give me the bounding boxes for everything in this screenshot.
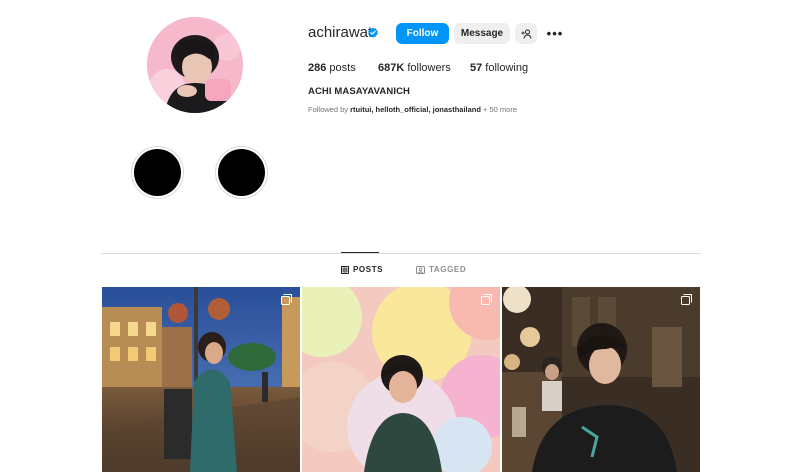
following-count-value: 57 xyxy=(470,62,483,74)
post-thumbnail[interactable] xyxy=(302,287,500,472)
followed-by-names: rtuitui, helloth_official, jonasthailand xyxy=(350,105,481,114)
message-button[interactable]: Message xyxy=(454,23,510,44)
highlight-cover xyxy=(218,149,265,196)
tab-tagged-label: TAGGED xyxy=(429,265,467,274)
suggested-users-button[interactable] xyxy=(515,23,537,44)
active-tab-indicator xyxy=(341,252,379,253)
profile-username: achirawat xyxy=(308,24,373,41)
posts-count-label: posts xyxy=(326,62,356,74)
profile-avatar[interactable] xyxy=(147,17,243,113)
followers-count-value: 687K xyxy=(378,62,405,74)
posts-count: 286 posts xyxy=(308,62,356,74)
followers-count-label: followers xyxy=(404,62,451,74)
following-count-label: following xyxy=(482,62,529,74)
followed-by[interactable]: Followed by rtuitui, helloth_official, j… xyxy=(308,105,517,114)
tab-tagged[interactable]: TAGGED xyxy=(416,265,466,274)
post-photo xyxy=(502,287,700,472)
tab-posts-label: POSTS xyxy=(353,265,384,274)
followed-by-more: + 50 more xyxy=(480,105,518,114)
follow-button[interactable]: Follow xyxy=(396,23,449,44)
more-options-button[interactable]: ••• xyxy=(545,23,565,44)
tagged-icon xyxy=(416,265,425,274)
carousel-icon xyxy=(681,294,692,305)
post-photo xyxy=(102,287,300,472)
followed-by-prefix: Followed by xyxy=(308,105,351,114)
followers-link[interactable]: 687K followers xyxy=(378,62,451,74)
verified-badge-icon xyxy=(368,27,378,38)
add-person-icon xyxy=(521,29,531,39)
post-thumbnail[interactable] xyxy=(502,287,700,472)
post-thumbnail[interactable] xyxy=(102,287,300,472)
carousel-icon xyxy=(281,294,292,305)
story-highlight[interactable] xyxy=(215,146,268,199)
post-photo xyxy=(302,287,500,472)
tabs-divider xyxy=(101,253,701,254)
following-link[interactable]: 57 following xyxy=(470,62,528,74)
tab-posts[interactable]: POSTS xyxy=(341,265,383,274)
profile-full-name: ACHI MASAYAVANICH xyxy=(308,86,410,97)
posts-count-value: 286 xyxy=(308,62,327,74)
highlight-cover xyxy=(134,149,181,196)
carousel-icon xyxy=(481,294,492,305)
grid-icon xyxy=(341,265,349,274)
story-highlight[interactable] xyxy=(131,146,184,199)
